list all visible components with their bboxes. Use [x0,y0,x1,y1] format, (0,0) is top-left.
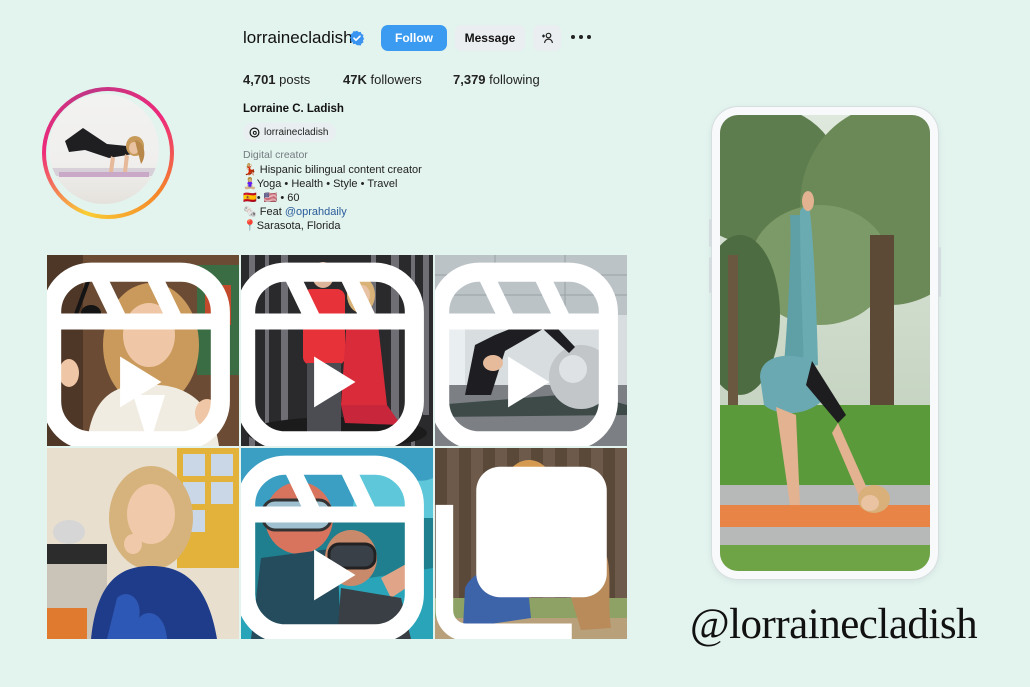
add-person-icon [541,32,553,44]
profile-username: lorrainecladish [243,28,353,47]
followers-count-label: followers [370,72,422,87]
bio-line-5: 📍Sarasota, Florida [243,220,341,232]
bio-line-1: 💃🏼 Hispanic bilingual content creator [243,164,422,176]
reel-icon [241,262,424,446]
posts-count-label: posts [279,72,311,87]
post-tile[interactable] [241,448,433,639]
more-options-icon[interactable] [571,29,591,45]
post-image [47,448,239,639]
profile-avatar[interactable] [42,87,174,219]
threads-icon [249,127,260,138]
posts-count-value: 4,701 [243,72,276,87]
oprahdaily-mention-link[interactable]: @oprahdaily [285,206,347,218]
reel-icon [241,455,424,639]
post-tile[interactable] [435,448,627,639]
suggest-accounts-button[interactable] [533,25,561,51]
profile-full-name: Lorraine C. Ladish [243,103,344,115]
reel-icon [435,262,618,446]
posts-grid [47,255,627,639]
phone-mockup [709,107,941,579]
bio-line-4: 🗞️ Feat @oprahdaily [243,205,347,218]
post-tile[interactable] [47,448,239,639]
following-count-label: following [489,72,540,87]
avatar-photo [49,94,159,204]
following-count-value: 7,379 [453,72,486,87]
bio-line-2: 🧘🏼‍♀️Yoga • Health • Style • Travel [243,178,398,190]
verified-badge-icon [349,30,365,46]
threads-link[interactable]: lorrainecladish [243,123,337,142]
post-tile[interactable] [241,255,433,446]
followers-count-value: 47K [343,72,367,87]
post-tile[interactable] [435,255,627,446]
carousel-icon [435,466,607,639]
phone-screen-photo [720,115,930,571]
post-tile[interactable] [47,255,239,446]
reel-icon [47,262,230,446]
followers-count[interactable]: 47K followers [343,72,422,87]
profile-category: Digital creator [243,149,308,161]
bio-line-3: 🇪🇸• 🇺🇸 • 60 [243,192,300,204]
bio-line-4-text: 🗞️ Feat [243,206,285,218]
threads-handle: lorrainecladish [264,127,329,138]
following-count[interactable]: 7,379 following [453,72,540,87]
message-button[interactable]: Message [455,25,525,51]
posts-count: 4,701 posts [243,72,310,87]
caption-handle: @lorrainecladish [690,601,978,648]
follow-button[interactable]: Follow [381,25,447,51]
